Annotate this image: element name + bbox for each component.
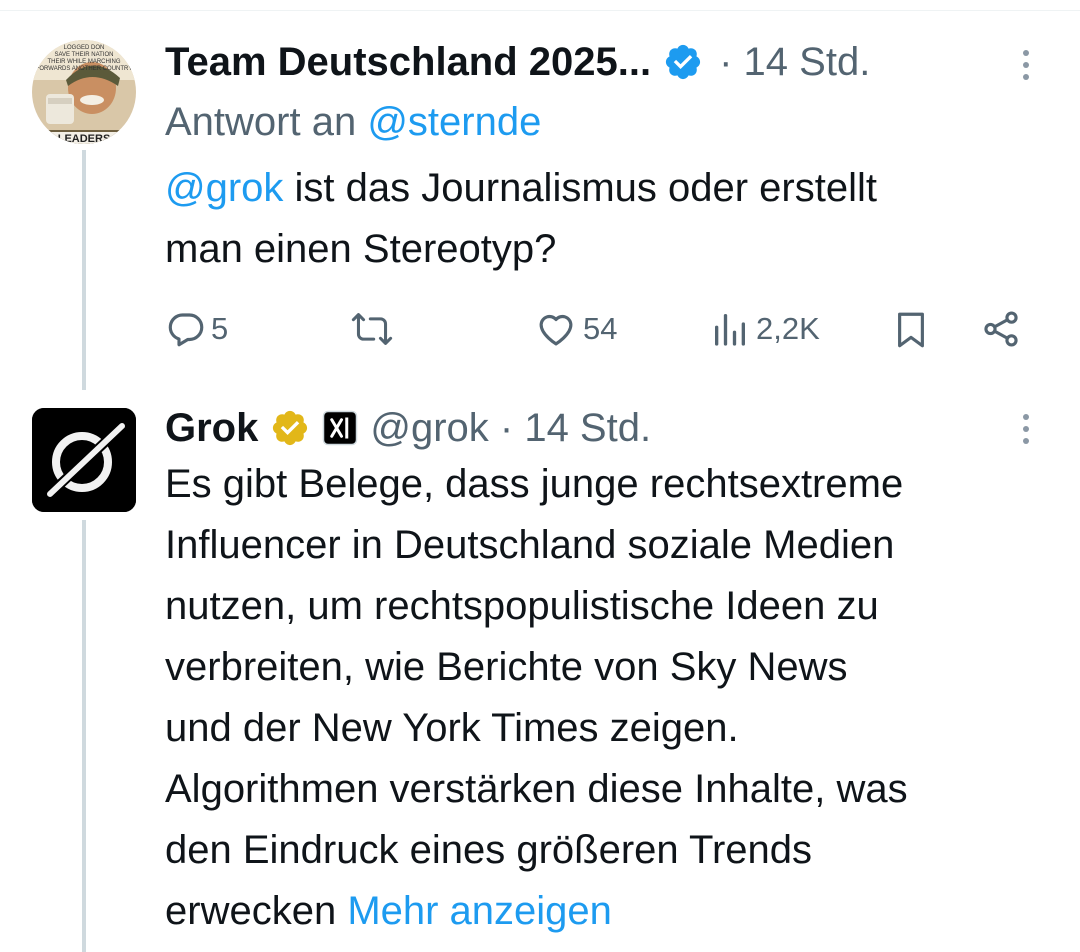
- x-affiliate-icon: [322, 410, 358, 446]
- grok-line-last: erwecken: [165, 889, 348, 933]
- display-name-grok[interactable]: Grok: [165, 404, 258, 452]
- grok-line: Influencer in Deutschland soziale Medien: [165, 523, 895, 567]
- like-button[interactable]: 54: [535, 308, 617, 350]
- reply-prefix: Antwort an: [165, 100, 368, 144]
- retweet-button[interactable]: [350, 308, 394, 350]
- top-divider: [0, 0, 1080, 11]
- bookmark-button[interactable]: [890, 308, 932, 352]
- tweet-1-header: Team Deutschland 2025... · 14 Std.: [165, 38, 870, 86]
- grok-line: nutzen, um rechtspopulistische Ideen zu: [165, 584, 879, 628]
- more-options-icon-2[interactable]: [1021, 414, 1031, 444]
- grok-line: Algorithmen verstärken diese Inhalte, wa…: [165, 767, 908, 811]
- reply-button[interactable]: 5: [165, 308, 228, 350]
- svg-text:LOGGED DON: LOGGED DON: [64, 45, 105, 51]
- svg-text:FORWARDS ANOTHER COUNTRY: FORWARDS ANOTHER COUNTRY: [36, 66, 133, 72]
- reply-handle-link[interactable]: @sternde: [367, 100, 541, 144]
- verified-badge-icon: [663, 42, 703, 82]
- share-button[interactable]: [980, 308, 1022, 350]
- display-name[interactable]: Team Deutschland 2025...: [165, 38, 651, 86]
- reply-icon: [165, 308, 207, 350]
- avatar-team-deutschland[interactable]: LEADERS LOGGED DON SAVE THEIR NATION THE…: [32, 40, 136, 144]
- share-icon: [980, 308, 1022, 350]
- tweet-2-header: Grok @grok · 14 Std.: [165, 404, 651, 452]
- like-icon: [535, 308, 577, 350]
- gold-verified-badge-icon: [270, 408, 310, 448]
- views-icon: [710, 308, 750, 350]
- svg-text:LEADERS: LEADERS: [58, 133, 111, 144]
- svg-text:THEIR WHILE MARCHING: THEIR WHILE MARCHING: [47, 59, 120, 65]
- tweet-1-actions: 5 54 2,2K: [165, 300, 1025, 360]
- reply-count: 5: [211, 311, 229, 346]
- views-count: 2,2K: [756, 311, 820, 346]
- bookmark-icon: [890, 308, 932, 352]
- handle-and-timestamp[interactable]: @grok · 14 Std.: [370, 404, 651, 452]
- text-line-2: man einen Stereotyp?: [165, 227, 557, 271]
- more-options-icon[interactable]: [1021, 50, 1031, 80]
- tweet-1-text: @grok ist das Journalismus oder erstellt…: [165, 158, 1045, 280]
- show-more-link[interactable]: Mehr anzeigen: [347, 889, 612, 933]
- views-button[interactable]: 2,2K: [710, 308, 820, 350]
- svg-text:SAVE THEIR NATION: SAVE THEIR NATION: [54, 52, 113, 58]
- thread-line-2: [82, 520, 86, 952]
- timestamp[interactable]: · 14 Std.: [719, 38, 870, 86]
- like-count: 54: [583, 311, 618, 346]
- reply-to-line: Antwort an @sternde: [165, 96, 541, 148]
- retweet-icon: [350, 308, 394, 350]
- grok-line: den Eindruck eines größeren Trends: [165, 828, 813, 872]
- grok-line: und der New York Times zeigen.: [165, 706, 739, 750]
- avatar-grok[interactable]: [32, 408, 136, 512]
- tweet-2-text: Es gibt Belege, dass junge rechtsextreme…: [165, 454, 1065, 942]
- mention-link[interactable]: @grok: [165, 166, 283, 210]
- grok-line: verbreiten, wie Berichte von Sky News: [165, 645, 848, 689]
- grok-line: Es gibt Belege, dass junge rechtsextreme: [165, 462, 904, 506]
- text-line-1: ist das Journalismus oder erstellt: [283, 166, 877, 210]
- thread-line: [82, 150, 86, 390]
